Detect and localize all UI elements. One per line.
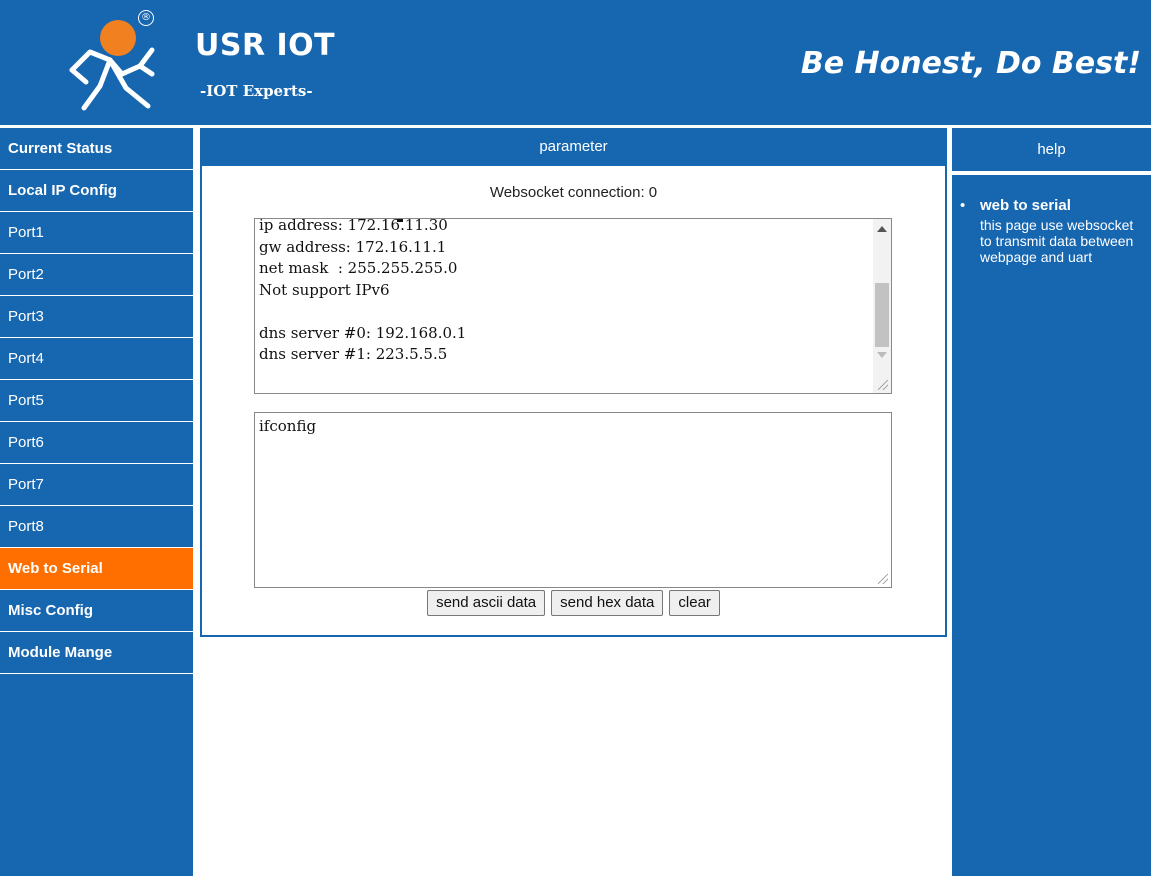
resize-grip-icon[interactable] bbox=[878, 574, 888, 584]
serial-input-textarea[interactable]: ifconfig bbox=[254, 412, 892, 588]
registered-mark: ® bbox=[138, 10, 154, 26]
sidebar-item-label: Port2 bbox=[8, 266, 44, 283]
sidebar-item-current-status[interactable]: Current Status bbox=[0, 128, 193, 170]
sidebar-item-port5[interactable]: Port5 bbox=[0, 380, 193, 422]
sidebar-item-port6[interactable]: Port6 bbox=[0, 422, 193, 464]
sidebar-item-label: Current Status bbox=[8, 140, 113, 157]
help-description: this page use websocket to transmit data… bbox=[980, 217, 1134, 265]
help-header: help bbox=[952, 128, 1151, 171]
sidebar-item-port7[interactable]: Port7 bbox=[0, 464, 193, 506]
slogan: Be Honest, Do Best! bbox=[800, 46, 1141, 81]
clear-button[interactable]: clear bbox=[669, 590, 720, 616]
bullet-icon: • bbox=[960, 197, 966, 214]
brand-tagline: -IOT Experts- bbox=[200, 82, 313, 100]
sidebar-item-label: Port6 bbox=[8, 434, 44, 451]
parameter-panel: Websocket connection: 0 ip address: 172.… bbox=[200, 166, 947, 637]
resize-grip-icon[interactable] bbox=[878, 380, 888, 390]
serial-input-text: ifconfig bbox=[259, 417, 317, 435]
send-ascii-button[interactable]: send ascii data bbox=[427, 590, 546, 616]
scroll-up-arrow-icon[interactable] bbox=[877, 226, 887, 232]
sidebar-item-label: Port1 bbox=[8, 224, 44, 241]
help-panel: • web to serial this page use websocket … bbox=[952, 175, 1151, 876]
sidebar-item-port2[interactable]: Port2 bbox=[0, 254, 193, 296]
sidebar-nav: Current Status Local IP Config Port1 Por… bbox=[0, 128, 193, 876]
sidebar-item-port8[interactable]: Port8 bbox=[0, 506, 193, 548]
sidebar-item-label: Local IP Config bbox=[8, 182, 117, 199]
sidebar-item-module-mange[interactable]: Module Mange bbox=[0, 632, 193, 674]
send-hex-button[interactable]: send hex data bbox=[551, 590, 664, 616]
sidebar-item-label: Web to Serial bbox=[8, 560, 103, 577]
sidebar-item-label: Misc Config bbox=[8, 602, 93, 619]
websocket-status: Websocket connection: 0 bbox=[489, 184, 658, 201]
sidebar-item-label: Port4 bbox=[8, 350, 44, 367]
serial-output-text: ip address: 172.16.11.30 gw address: 172… bbox=[259, 218, 467, 363]
sidebar-item-misc-config[interactable]: Misc Config bbox=[0, 590, 193, 632]
parameter-header: parameter bbox=[200, 128, 947, 166]
sidebar-item-label: Module Mange bbox=[8, 644, 113, 661]
sidebar-item-label: Port8 bbox=[8, 518, 44, 535]
scroll-down-arrow-icon[interactable] bbox=[877, 352, 887, 358]
output-scrollbar[interactable] bbox=[873, 219, 891, 393]
sidebar-item-port4[interactable]: Port4 bbox=[0, 338, 193, 380]
sidebar-item-label: Port7 bbox=[8, 476, 44, 493]
scrollbar-thumb[interactable] bbox=[875, 283, 889, 347]
action-buttons: send ascii data send hex data clear bbox=[202, 590, 945, 616]
sidebar-item-label: Port3 bbox=[8, 308, 44, 325]
help-title: web to serial bbox=[980, 197, 1071, 214]
page-header: ® USR IOT -IOT Experts- Be Honest, Do Be… bbox=[0, 0, 1151, 125]
sidebar-item-port3[interactable]: Port3 bbox=[0, 296, 193, 338]
serial-output-textarea[interactable]: ip address: 172.16.11.30 gw address: 172… bbox=[254, 218, 892, 394]
sidebar-item-label: Port5 bbox=[8, 392, 44, 409]
sidebar-item-local-ip-config[interactable]: Local IP Config bbox=[0, 170, 193, 212]
sidebar-item-port1[interactable]: Port1 bbox=[0, 212, 193, 254]
sidebar-item-web-to-serial[interactable]: Web to Serial bbox=[0, 548, 193, 590]
brand-name: USR IOT bbox=[195, 28, 336, 63]
